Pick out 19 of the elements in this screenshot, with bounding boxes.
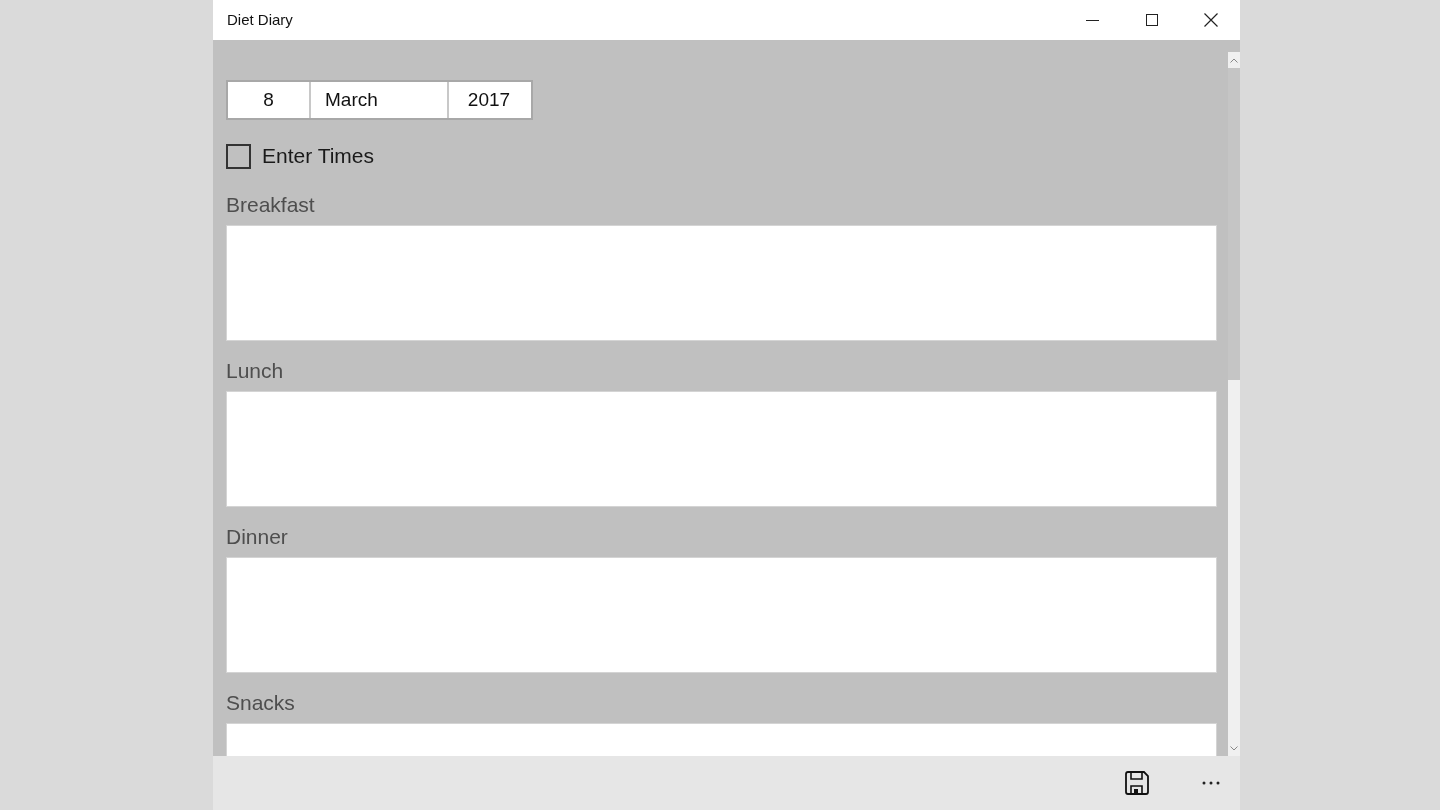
- scrollbar-track[interactable]: [1228, 52, 1240, 757]
- meal-text-field[interactable]: [226, 391, 1217, 507]
- more-icon: [1202, 781, 1220, 786]
- checkbox[interactable]: [226, 143, 251, 169]
- date-picker[interactable]: 8 March 2017: [226, 80, 533, 120]
- meal-label: Dinner: [226, 524, 289, 550]
- chevron-down-icon: [1230, 745, 1238, 751]
- window-title: Diet Diary: [226, 9, 294, 30]
- checkbox-label[interactable]: Enter Times: [262, 140, 375, 172]
- minimize-icon: [1086, 19, 1099, 21]
- meal-text-field[interactable]: [226, 225, 1217, 341]
- maximize-icon: [1145, 14, 1158, 26]
- close-icon: [1203, 13, 1218, 27]
- meal-text-field[interactable]: [226, 557, 1217, 673]
- scrollbar-thumb[interactable]: [1228, 68, 1240, 380]
- meal-label: Breakfast: [226, 192, 316, 218]
- meal-label: Lunch: [226, 358, 285, 384]
- chevron-up-icon: [1230, 57, 1238, 63]
- meal-label: Snacks: [226, 690, 296, 716]
